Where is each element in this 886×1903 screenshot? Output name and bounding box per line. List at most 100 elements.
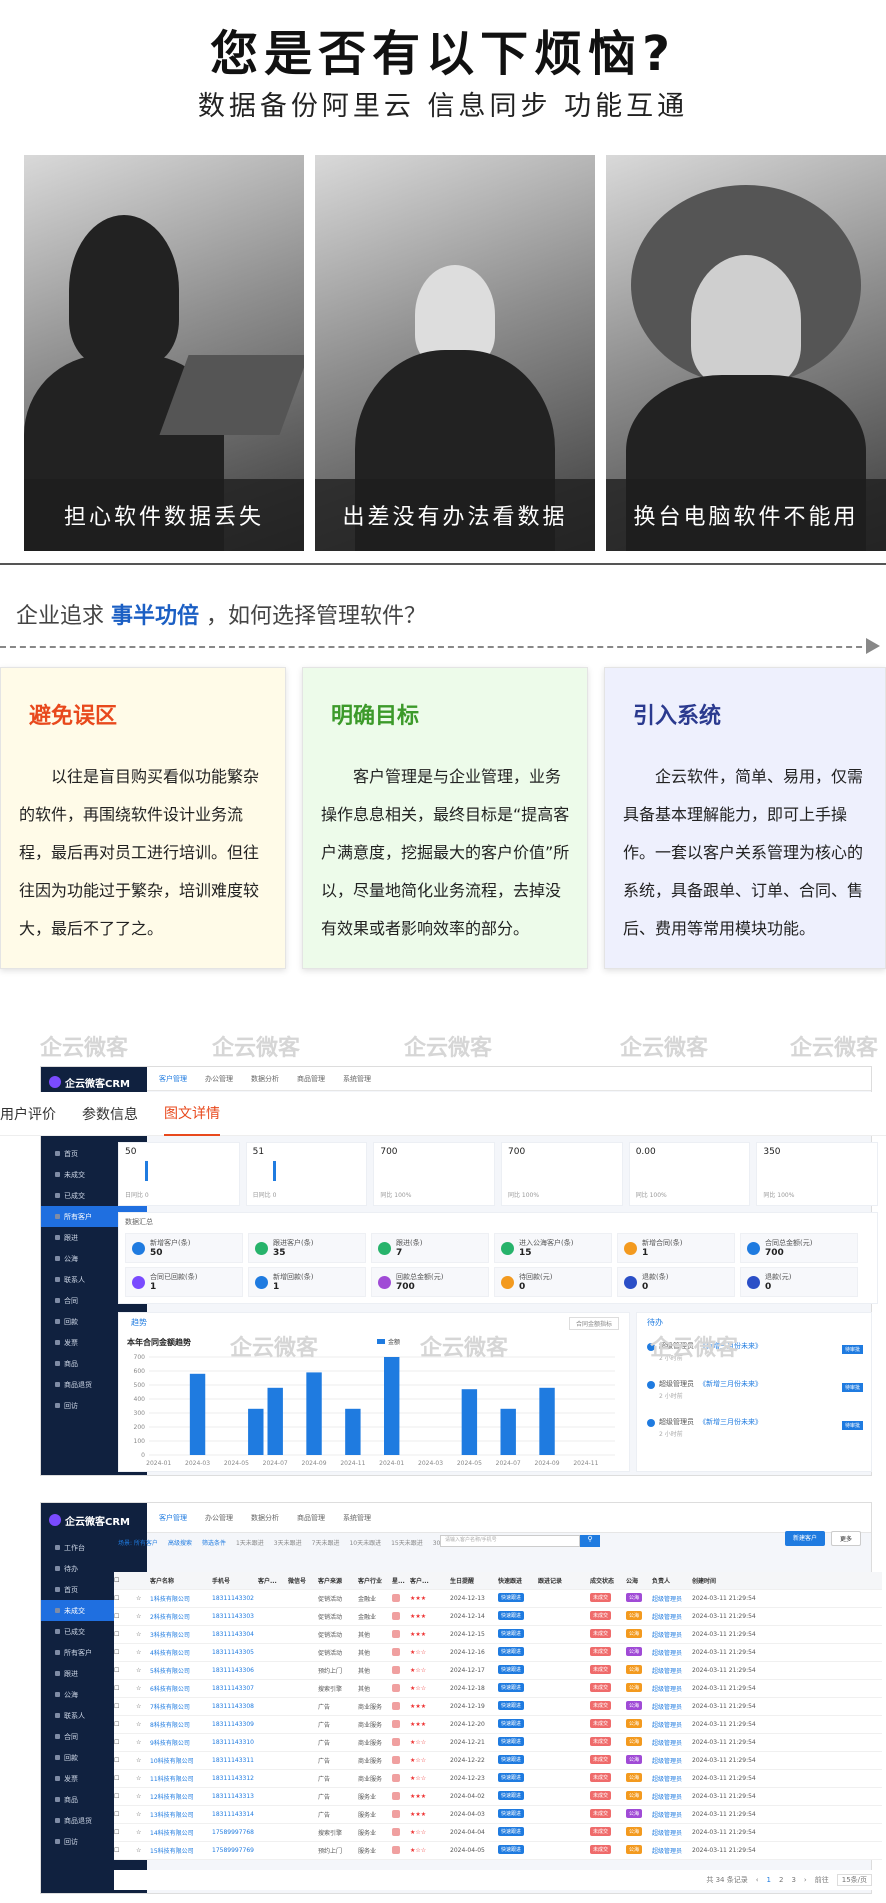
- column-header[interactable]: 创建时间: [692, 1576, 762, 1585]
- customer-name-link[interactable]: 2科技有限公司: [150, 1612, 212, 1621]
- table-row[interactable]: ☐ ☆ 10科技有限公司 18311143311 广告 商业服务 ★☆☆ 2024-12-2…: [114, 1752, 882, 1770]
- quick-follow-button[interactable]: 快速跟进: [498, 1791, 538, 1802]
- row-checkbox[interactable]: ☐: [114, 1793, 136, 1800]
- quick-follow-button[interactable]: 快速跟进: [498, 1611, 538, 1622]
- row-checkbox[interactable]: ☐: [114, 1685, 136, 1692]
- filter-chip[interactable]: 7天未跟进: [312, 1538, 340, 1547]
- top-menu-item[interactable]: 系统管理: [343, 1074, 371, 1084]
- row-checkbox[interactable]: ☐: [114, 1595, 136, 1602]
- row-checkbox[interactable]: ☐: [114, 1739, 136, 1746]
- column-header[interactable]: 客户名称: [150, 1576, 212, 1585]
- row-checkbox[interactable]: ☐: [114, 1847, 136, 1854]
- customer-name-link[interactable]: 8科技有限公司: [150, 1720, 212, 1729]
- table-row[interactable]: ☐ ☆ 8科技有限公司 18311143309 广告 商业服务 ★★★ 2024-12-20…: [114, 1716, 882, 1734]
- table-row[interactable]: ☐ ☆ 7科技有限公司 18311143308 广告 商业服务 ★★★ 2024-12-19…: [114, 1698, 882, 1716]
- row-checkbox[interactable]: ☐: [114, 1775, 136, 1782]
- quick-follow-button[interactable]: 快速跟进: [498, 1665, 538, 1676]
- row-checkbox[interactable]: ☐: [114, 1613, 136, 1620]
- page-number[interactable]: 1: [767, 1876, 771, 1884]
- customer-name-link[interactable]: 3科技有限公司: [150, 1630, 212, 1639]
- quick-follow-button[interactable]: 快速跟进: [498, 1737, 538, 1748]
- quick-follow-button[interactable]: 快速跟进: [498, 1827, 538, 1838]
- column-header[interactable]: 客户来源: [318, 1576, 358, 1585]
- todo-title[interactable]: 《新增三月份未来》: [699, 1417, 762, 1427]
- todo-title[interactable]: 《新增三月份未来》: [699, 1379, 762, 1389]
- top-menu-item[interactable]: 系统管理: [343, 1513, 371, 1523]
- column-header[interactable]: 星...: [392, 1576, 410, 1585]
- quick-follow-button[interactable]: 快速跟进: [498, 1647, 538, 1658]
- quick-follow-button[interactable]: 快速跟进: [498, 1593, 538, 1604]
- customer-name-link[interactable]: 1科技有限公司: [150, 1594, 212, 1603]
- row-checkbox[interactable]: ☐: [114, 1667, 136, 1674]
- tab-todo[interactable]: 待办: [647, 1317, 663, 1328]
- page-size-select[interactable]: 15条/页: [836, 1874, 872, 1886]
- table-row[interactable]: ☐ ☆ 3科技有限公司 18311143304 促销活动 其他 ★★★ 2024-12-15…: [114, 1626, 882, 1644]
- quick-follow-button[interactable]: 快速跟进: [498, 1809, 538, 1820]
- top-menu-item[interactable]: 商品管理: [297, 1074, 325, 1084]
- top-menu-item[interactable]: 办公管理: [205, 1513, 233, 1523]
- table-row[interactable]: ☐ ☆ 2科技有限公司 18311143303 促销活动 金融业 ★★★ 2024-12-1…: [114, 1608, 882, 1626]
- customer-name-link[interactable]: 5科技有限公司: [150, 1666, 212, 1675]
- page-number[interactable]: 3: [791, 1876, 795, 1884]
- column-header[interactable]: 快速跟进: [498, 1576, 538, 1585]
- filter-chip[interactable]: 10天未跟进: [349, 1538, 381, 1547]
- table-row[interactable]: ☐ ☆ 1科技有限公司 18311143302 促销活动 金融业 ★★★ 2024-12-1…: [114, 1590, 882, 1608]
- table-row[interactable]: ☐ ☆ 6科技有限公司 18311143307 搜索引擎 其他 ★☆☆ 2024-12-18…: [114, 1680, 882, 1698]
- page-number[interactable]: 2: [779, 1876, 783, 1884]
- column-header[interactable]: 客户行业: [358, 1576, 392, 1585]
- quick-follow-button[interactable]: 快速跟进: [498, 1773, 538, 1784]
- quick-follow-button[interactable]: 快速跟进: [498, 1845, 538, 1856]
- table-row[interactable]: ☐ ☆ 12科技有限公司 18311143313 广告 服务业 ★★★ 2024-04-02…: [114, 1788, 882, 1806]
- customer-name-link[interactable]: 11科技有限公司: [150, 1774, 212, 1783]
- row-checkbox[interactable]: ☐: [114, 1649, 136, 1656]
- filter-chip[interactable]: 筛选条件: [202, 1538, 226, 1547]
- table-row[interactable]: ☐ ☆ 13科技有限公司 18311143314 广告 服务业 ★★★ 2024-04-03…: [114, 1806, 882, 1824]
- table-row[interactable]: ☐ ☆ 15科技有限公司 17589997769 预约上门 服务业 ★☆☆ 2024-04-…: [114, 1842, 882, 1860]
- filter-chip[interactable]: 场景: 所有客户: [118, 1538, 158, 1547]
- top-menu-item[interactable]: 办公管理: [205, 1074, 233, 1084]
- table-row[interactable]: ☐ ☆ 5科技有限公司 18311143306 预约上门 其他 ★☆☆ 2024-12-17…: [114, 1662, 882, 1680]
- column-header[interactable]: 微信号: [288, 1576, 318, 1585]
- quick-follow-button[interactable]: 快速跟进: [498, 1719, 538, 1730]
- column-header[interactable]: 客户...: [410, 1576, 450, 1585]
- search-icon[interactable]: ⚲: [580, 1535, 600, 1547]
- tab-graphic-details[interactable]: 图文详情: [164, 1092, 220, 1136]
- row-checkbox[interactable]: ☐: [114, 1703, 136, 1710]
- tab-parameters[interactable]: 参数信息: [82, 1092, 138, 1136]
- customer-name-link[interactable]: 10科技有限公司: [150, 1756, 212, 1765]
- column-header[interactable]: 跟进记录: [538, 1576, 590, 1585]
- row-checkbox[interactable]: ☐: [114, 1631, 136, 1638]
- row-checkbox[interactable]: ☐: [114, 1811, 136, 1818]
- top-menu-item[interactable]: 数据分析: [251, 1513, 279, 1523]
- table-row[interactable]: ☐ ☆ 11科技有限公司 18311143312 广告 商业服务 ★☆☆ 2024-12-2…: [114, 1770, 882, 1788]
- filter-chip[interactable]: 3天未跟进: [274, 1538, 302, 1547]
- customer-name-link[interactable]: 4科技有限公司: [150, 1648, 212, 1657]
- quick-follow-button[interactable]: 快速跟进: [498, 1755, 538, 1766]
- customer-search-input[interactable]: 请输入客户名称/手机号: [440, 1535, 580, 1547]
- table-row[interactable]: ☐ ☆ 9科技有限公司 18311143310 广告 商业服务 ★☆☆ 2024-12-21…: [114, 1734, 882, 1752]
- todo-item[interactable]: 超级管理员 《新增三月份未来》 2 小时前 待审批: [647, 1417, 863, 1447]
- column-header[interactable]: 成交状态: [590, 1576, 626, 1585]
- top-menu-item[interactable]: 数据分析: [251, 1074, 279, 1084]
- row-checkbox[interactable]: ☐: [114, 1829, 136, 1836]
- customer-name-link[interactable]: 15科技有限公司: [150, 1846, 212, 1855]
- column-header[interactable]: 生日提醒: [450, 1576, 498, 1585]
- customer-name-link[interactable]: 7科技有限公司: [150, 1702, 212, 1711]
- select-all-checkbox[interactable]: ☐: [114, 1577, 136, 1584]
- filter-chip[interactable]: 1天未跟进: [236, 1538, 264, 1547]
- quick-follow-button[interactable]: 快速跟进: [498, 1629, 538, 1640]
- top-menu-item[interactable]: 客户管理: [159, 1074, 187, 1084]
- top-menu-item[interactable]: 客户管理: [159, 1513, 187, 1523]
- column-header[interactable]: 客户...: [258, 1576, 288, 1585]
- quick-follow-button[interactable]: 快速跟进: [498, 1701, 538, 1712]
- row-checkbox[interactable]: ☐: [114, 1757, 136, 1764]
- customer-name-link[interactable]: 12科技有限公司: [150, 1792, 212, 1801]
- next-page-icon[interactable]: ›: [804, 1876, 807, 1884]
- customer-name-link[interactable]: 6科技有限公司: [150, 1684, 212, 1693]
- column-header[interactable]: 手机号: [212, 1576, 258, 1585]
- row-checkbox[interactable]: ☐: [114, 1721, 136, 1728]
- filter-chip[interactable]: 15天未跟进: [391, 1538, 423, 1547]
- customer-name-link[interactable]: 14科技有限公司: [150, 1828, 212, 1837]
- column-header[interactable]: 负责人: [652, 1576, 692, 1585]
- top-menu-item[interactable]: 商品管理: [297, 1513, 325, 1523]
